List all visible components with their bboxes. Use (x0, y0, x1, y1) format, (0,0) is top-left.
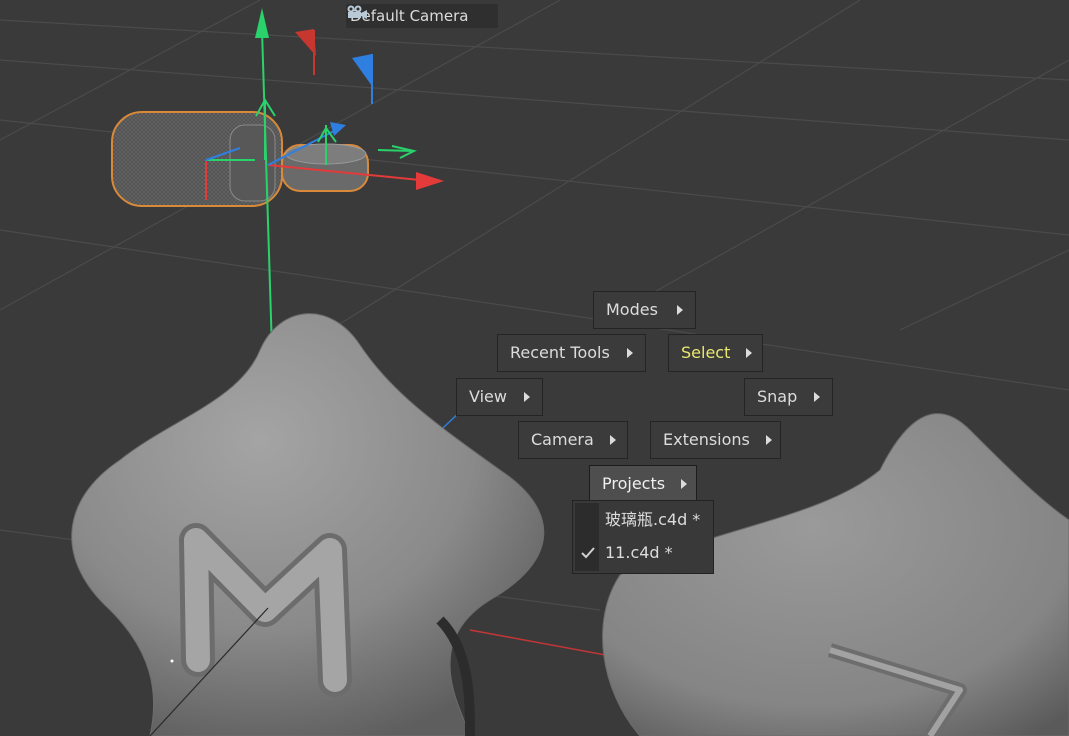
project-item-label: 玻璃瓶.c4d * (605, 510, 701, 529)
submenu-arrow-icon (814, 392, 820, 402)
projects-submenu: 玻璃瓶.c4d * 11.c4d * (572, 500, 714, 574)
menu-snap-label: Snap (757, 387, 798, 406)
menu-extensions-label: Extensions (663, 430, 750, 449)
menu-projects-label: Projects (602, 474, 666, 493)
menu-extensions[interactable]: Extensions (650, 421, 781, 459)
project-item[interactable]: 玻璃瓶.c4d * (573, 504, 713, 536)
menu-recent-tools-label: Recent Tools (510, 343, 610, 362)
submenu-arrow-icon (524, 392, 530, 402)
menu-modes-label: Modes (606, 300, 658, 319)
submenu-arrow-icon (681, 479, 688, 489)
camera-label[interactable]: Default Camera (346, 4, 499, 28)
menu-view[interactable]: View (456, 378, 543, 416)
star-m-object (71, 313, 545, 736)
camera-icon (347, 5, 494, 24)
menu-snap[interactable]: Snap (744, 378, 833, 416)
submenu-arrow-icon (677, 305, 683, 315)
menu-modes[interactable]: Modes (593, 291, 696, 329)
star-z-object (602, 413, 1069, 736)
menu-select[interactable]: Select (668, 334, 763, 372)
menu-select-label: Select (681, 343, 731, 362)
menu-projects[interactable]: Projects (589, 465, 697, 503)
submenu-arrow-icon (746, 348, 753, 358)
menu-recent-tools[interactable]: Recent Tools (497, 334, 646, 372)
submenu-arrow-icon (609, 435, 616, 445)
submenu-arrow-icon (765, 435, 772, 445)
glass-bottle (111, 111, 369, 207)
project-item-active[interactable]: 11.c4d * (573, 537, 713, 569)
checkmark-icon (581, 547, 595, 559)
menu-camera-label: Camera (531, 430, 594, 449)
menu-view-label: View (469, 387, 507, 406)
menu-camera[interactable]: Camera (518, 421, 628, 459)
project-item-label: 11.c4d * (605, 543, 673, 562)
submenu-arrow-icon (627, 348, 633, 358)
